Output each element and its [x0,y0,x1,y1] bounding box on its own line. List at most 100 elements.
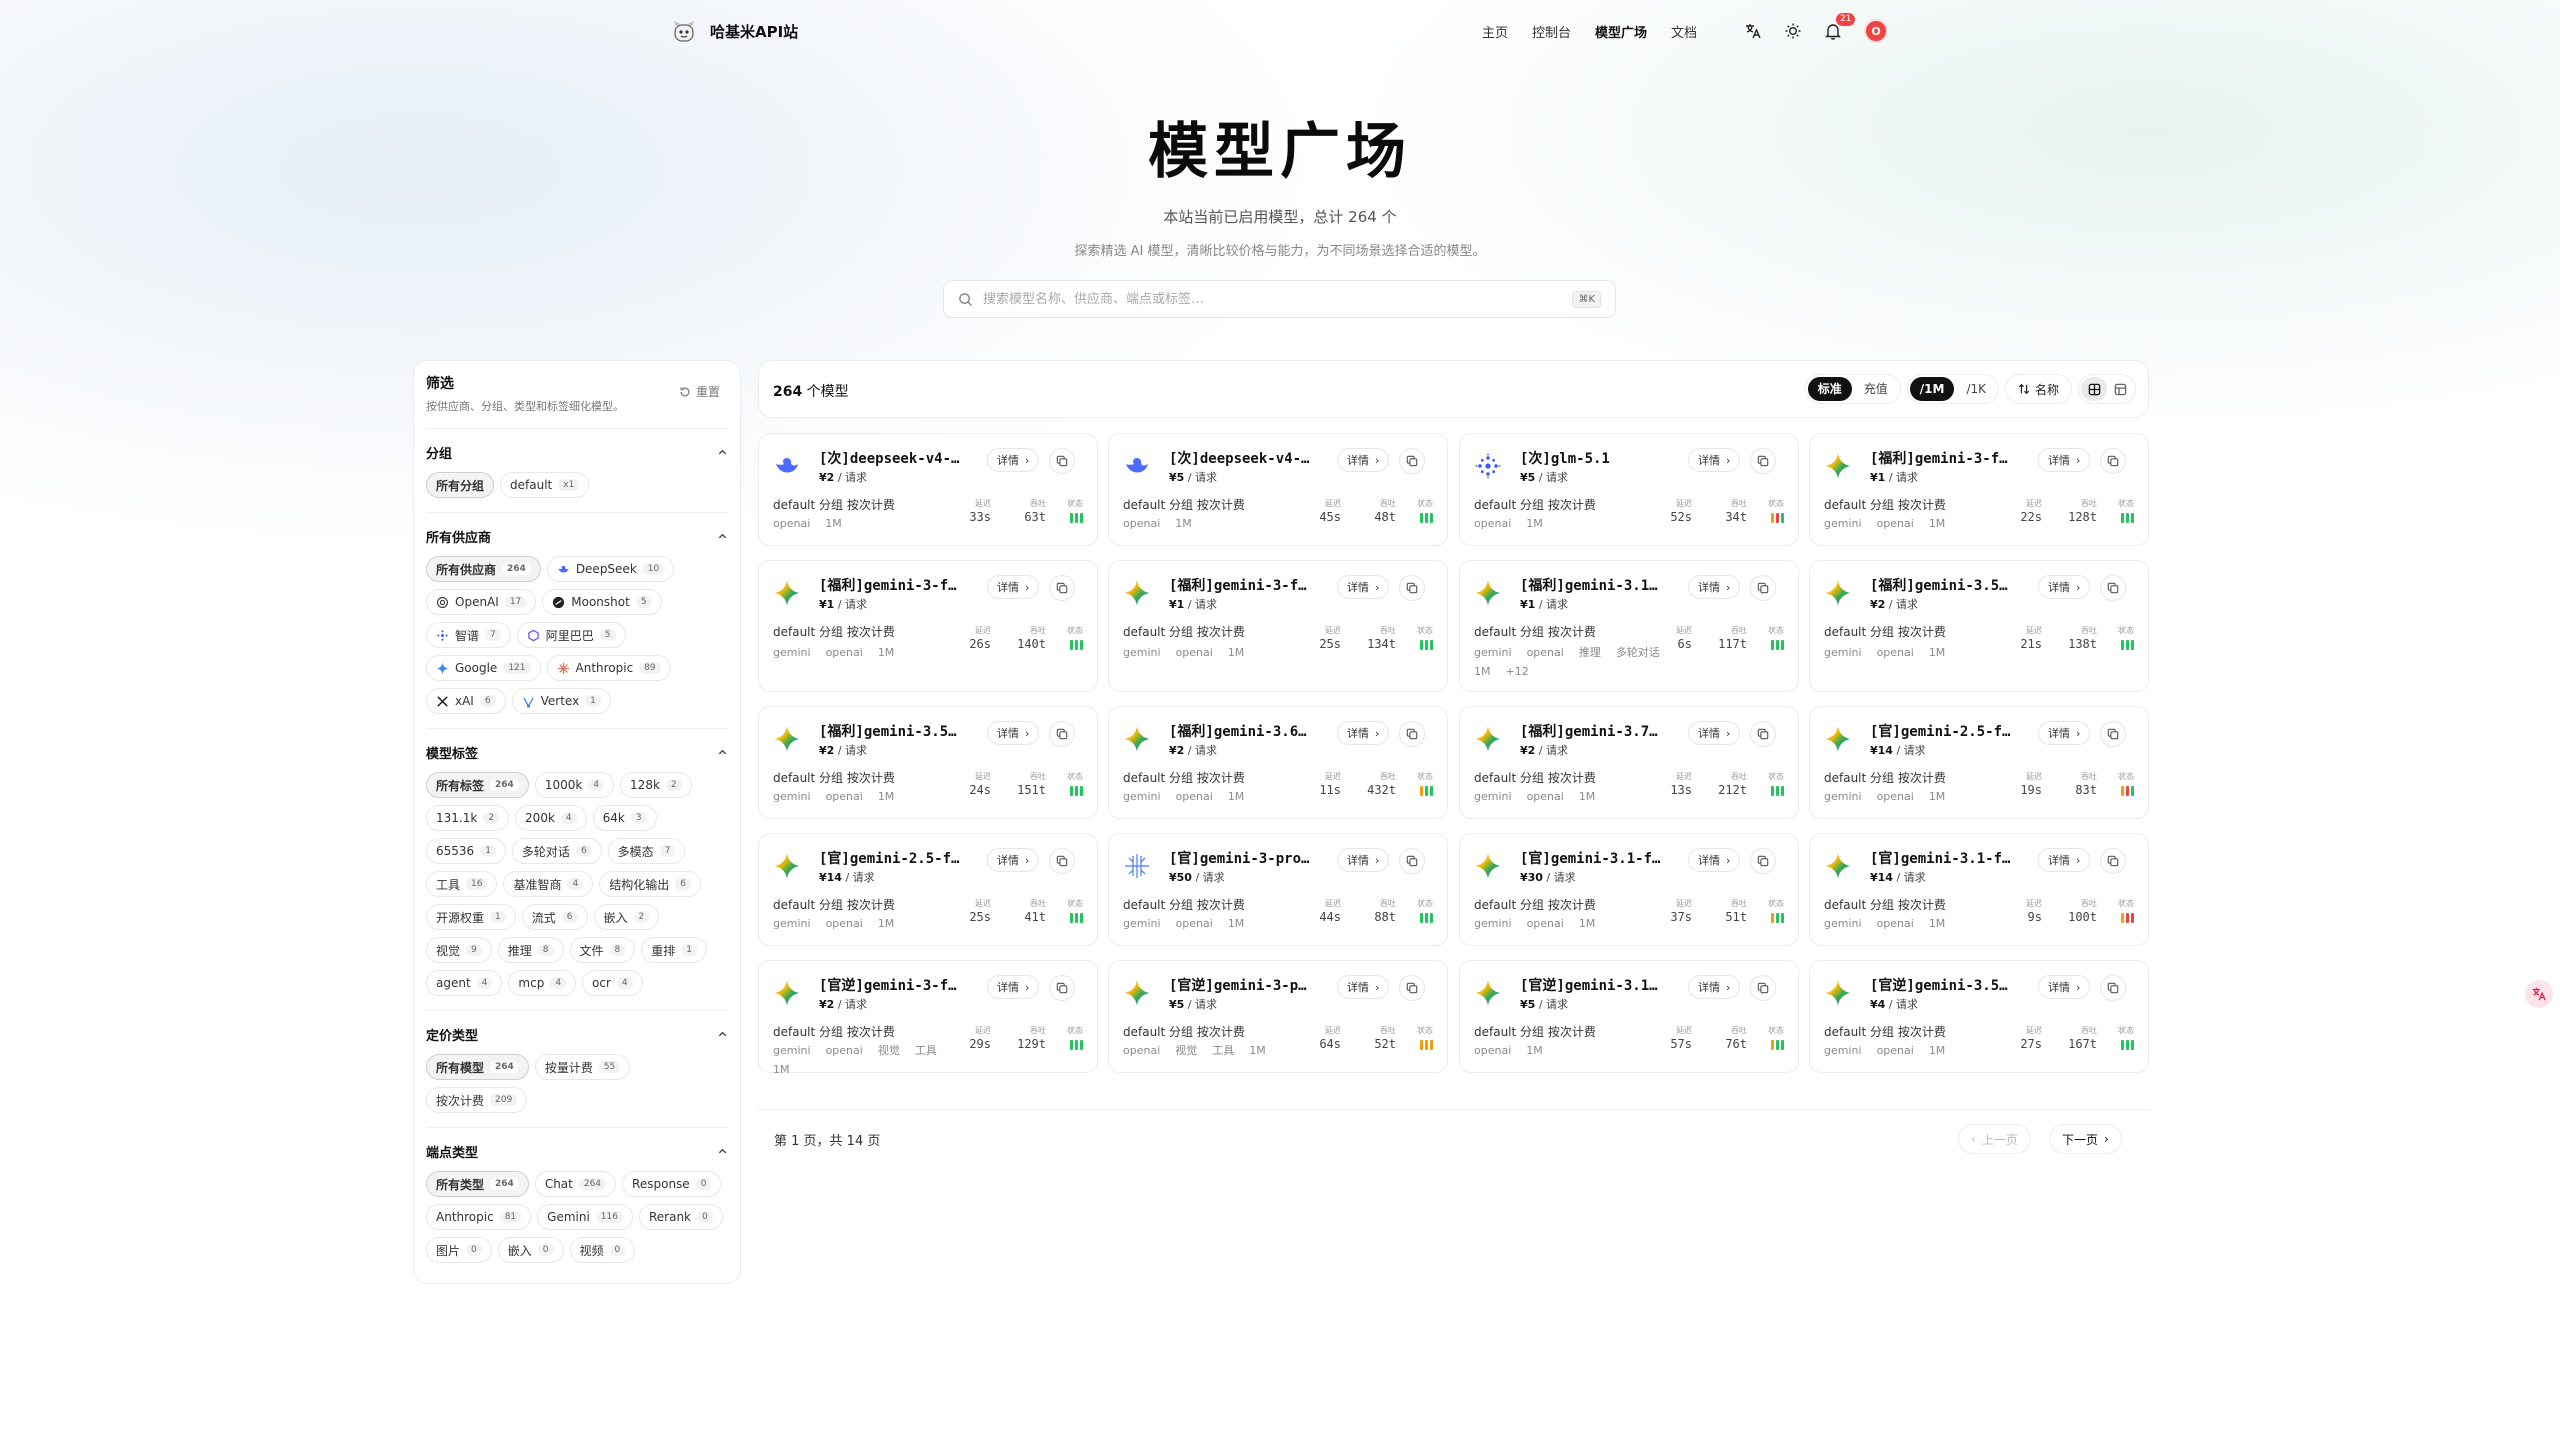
filter-chip[interactable]: Google 121 [426,655,541,681]
filter-chip[interactable]: 所有类型 264 [426,1171,529,1197]
copy-button[interactable] [1399,448,1425,474]
copy-button[interactable] [1750,848,1776,874]
unit-per-1k[interactable]: /1K [1956,377,1996,401]
filter-chip[interactable]: 重排 1 [641,937,707,963]
detail-button[interactable]: 详情 › [1688,575,1741,599]
filter-chip[interactable]: 按量计费 55 [534,1054,631,1080]
filter-chip[interactable]: 所有分组 [426,472,495,498]
reset-button[interactable]: 重置 [679,383,720,400]
detail-button[interactable]: 详情 › [987,975,1040,999]
next-page-button[interactable]: 下一页 › [2049,1124,2122,1154]
model-card[interactable]: [官]gemini-3.1-fla… ¥14 / 请求 详情 › default 分组 … [1809,833,2149,946]
model-card[interactable]: [福利]gemini-3-fla… ¥1 / 请求 详情 › default 分组 按次… [1809,433,2149,546]
search-input[interactable] [983,291,1563,307]
notification-bell-icon[interactable]: 21 [1824,13,1856,40]
filter-chip[interactable]: default x1 [500,472,590,498]
filter-chip[interactable]: Anthropic 89 [546,655,671,681]
filter-chip[interactable]: 多模态 7 [607,838,686,864]
filter-chip[interactable]: 工具 16 [426,871,498,897]
filter-chip[interactable]: 65536 1 [426,838,506,864]
prev-page-button[interactable]: ‹ 上一页 [1958,1124,2031,1154]
detail-button[interactable]: 详情 › [1337,721,1390,745]
filter-chip[interactable]: Anthropic 81 [426,1204,532,1230]
copy-button[interactable] [1049,848,1075,874]
chevron-up-icon[interactable] [717,1029,728,1040]
filter-chip[interactable]: 结构化输出 6 [599,871,701,897]
chevron-up-icon[interactable] [717,531,728,542]
copy-button[interactable] [1399,848,1425,874]
nav-docs[interactable]: 文档 [1671,22,1697,41]
filter-chip[interactable]: 开源权重 1 [426,904,516,930]
copy-button[interactable] [1049,575,1075,601]
filter-chip[interactable]: 基准智商 4 [503,871,594,897]
filter-chip[interactable]: 视频 0 [569,1237,636,1263]
filter-section-header[interactable]: 所有供应商 [426,527,728,546]
filter-chip[interactable]: 视觉 9 [426,937,492,963]
detail-button[interactable]: 详情 › [2038,575,2091,599]
copy-button[interactable] [2100,721,2126,747]
filter-chip[interactable]: 多轮对话 6 [511,838,602,864]
detail-button[interactable]: 详情 › [2038,848,2091,872]
detail-button[interactable]: 详情 › [1688,448,1741,472]
detail-button[interactable]: 详情 › [1688,975,1741,999]
filter-section-header[interactable]: 定价类型 [426,1025,728,1044]
copy-button[interactable] [1750,575,1776,601]
detail-button[interactable]: 详情 › [2038,448,2091,472]
model-card[interactable]: [次]deepseek-v4-pro ¥5 / 请求 详情 › default 分组 按… [1108,433,1448,546]
model-card[interactable]: [福利]gemini-3.6-f… ¥2 / 请求 详情 › default 分组 按次… [1108,706,1448,819]
detail-button[interactable]: 详情 › [1337,848,1390,872]
model-card[interactable]: [福利]gemini-3-fla… ¥1 / 请求 详情 › default 分组 按次… [758,560,1098,692]
copy-button[interactable] [2100,575,2126,601]
model-card[interactable]: [官逆]gemini-3.1-p… ¥5 / 请求 详情 › default 分组 按次… [1459,960,1799,1073]
filter-chip[interactable]: OpenAI 17 [426,589,537,615]
chevron-up-icon[interactable] [717,747,728,758]
detail-button[interactable]: 详情 › [1337,975,1390,999]
copy-button[interactable] [1049,721,1075,747]
filter-chip[interactable]: 嵌入 2 [593,904,660,930]
filter-chip[interactable]: 文件 8 [569,937,636,963]
detail-button[interactable]: 详情 › [2038,721,2091,745]
filter-chip[interactable]: 131.1k 2 [426,805,510,831]
detail-button[interactable]: 详情 › [987,575,1040,599]
filter-chip[interactable]: Vertex 1 [511,688,611,714]
filter-chip[interactable]: agent 4 [426,970,503,996]
model-card[interactable]: [官]gemini-3.1-fla… ¥30 / 请求 详情 › default 分组 … [1459,833,1799,946]
filter-section-header[interactable]: 分组 [426,443,728,462]
translate-icon[interactable] [1744,22,1762,40]
filter-section-header[interactable]: 端点类型 [426,1142,728,1161]
filter-chip[interactable]: Rerank 0 [638,1204,723,1230]
filter-chip[interactable]: 128k 2 [620,772,692,798]
copy-button[interactable] [1399,721,1425,747]
model-card[interactable]: [官逆]gemini-3-fla… ¥2 / 请求 详情 › default 分组 按次… [758,960,1098,1076]
filter-chip[interactable]: 智谱 7 [426,622,511,648]
detail-button[interactable]: 详情 › [1337,448,1390,472]
price-mode-standard[interactable]: 标准 [1807,377,1852,401]
model-card[interactable]: [次]deepseek-v4-fl… ¥2 / 请求 详情 › default 分组 按… [758,433,1098,546]
model-card[interactable]: [福利]gemini-3.5-f… ¥2 / 请求 详情 › default 分组 按次… [1809,560,2149,692]
chevron-up-icon[interactable] [717,447,728,458]
floating-translate-icon[interactable] [2525,980,2553,1008]
model-card[interactable]: [福利]gemini-3-fla… ¥1 / 请求 详情 › default 分组 按次… [1108,560,1448,692]
filter-chip[interactable]: 所有供应商 264 [426,556,541,582]
model-card[interactable]: [福利]gemini-3.1-f… ¥1 / 请求 详情 › default 分组 按次… [1459,560,1799,692]
copy-button[interactable] [1750,975,1776,1001]
model-card[interactable]: [官逆]gemini-3.5-f… ¥4 / 请求 详情 › default 分组 按次… [1809,960,2149,1073]
detail-button[interactable]: 详情 › [1337,575,1390,599]
sort-button[interactable]: 名称 [2004,374,2072,404]
filter-chip[interactable]: 64k 3 [592,805,657,831]
filter-chip[interactable]: Response 0 [622,1171,722,1197]
detail-button[interactable]: 详情 › [1688,721,1741,745]
copy-button[interactable] [1049,975,1075,1001]
detail-button[interactable]: 详情 › [1688,848,1741,872]
copy-button[interactable] [2100,448,2126,474]
chevron-up-icon[interactable] [717,1146,728,1157]
copy-button[interactable] [1750,448,1776,474]
price-mode-recharge[interactable]: 充值 [1854,377,1898,401]
copy-button[interactable] [1399,575,1425,601]
filter-chip[interactable]: 所有标签 264 [426,772,529,798]
filter-chip[interactable]: 1000k 4 [534,772,615,798]
filter-chip[interactable]: 所有模型 264 [426,1054,529,1080]
copy-button[interactable] [2100,848,2126,874]
detail-button[interactable]: 详情 › [2038,975,2091,999]
filter-chip[interactable]: 按次计费 209 [426,1087,528,1113]
